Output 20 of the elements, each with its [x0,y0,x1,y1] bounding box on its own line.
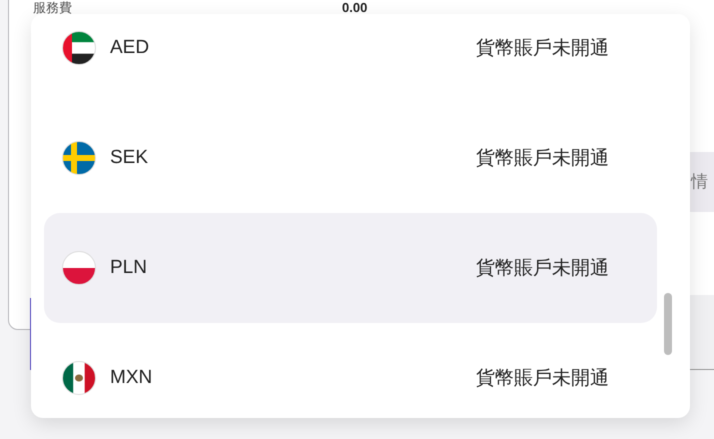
flag-icon [62,251,96,285]
status-text: 情 [691,171,708,194]
currency-code: MXN [110,366,152,390]
currency-item[interactable]: PLN 貨幣賬戶未開通 [44,213,657,323]
currency-item[interactable]: MXN 貨幣賬戶未開通 [44,323,657,418]
flag-icon [62,361,96,395]
account-status: 貨幣賬戶未開通 [476,256,609,281]
account-status: 貨幣賬戶未開通 [476,146,609,171]
currency-code: SEK [110,146,148,170]
fee-label: 服務費 [33,1,72,14]
scrollbar-thumb[interactable] [664,293,672,355]
currency-code: AED [110,36,150,60]
flag-icon [62,141,96,175]
account-status: 貨幣賬戶未開通 [476,366,609,391]
fee-value: 0.00 [342,1,368,14]
currency-item[interactable]: SEK 貨幣賬戶未開通 [44,103,657,213]
currency-code: PLN [110,256,147,280]
account-status: 貨幣賬戶未開通 [476,36,609,61]
flag-icon [62,31,96,65]
currency-item[interactable]: AED 貨幣賬戶未開通 [44,14,657,103]
